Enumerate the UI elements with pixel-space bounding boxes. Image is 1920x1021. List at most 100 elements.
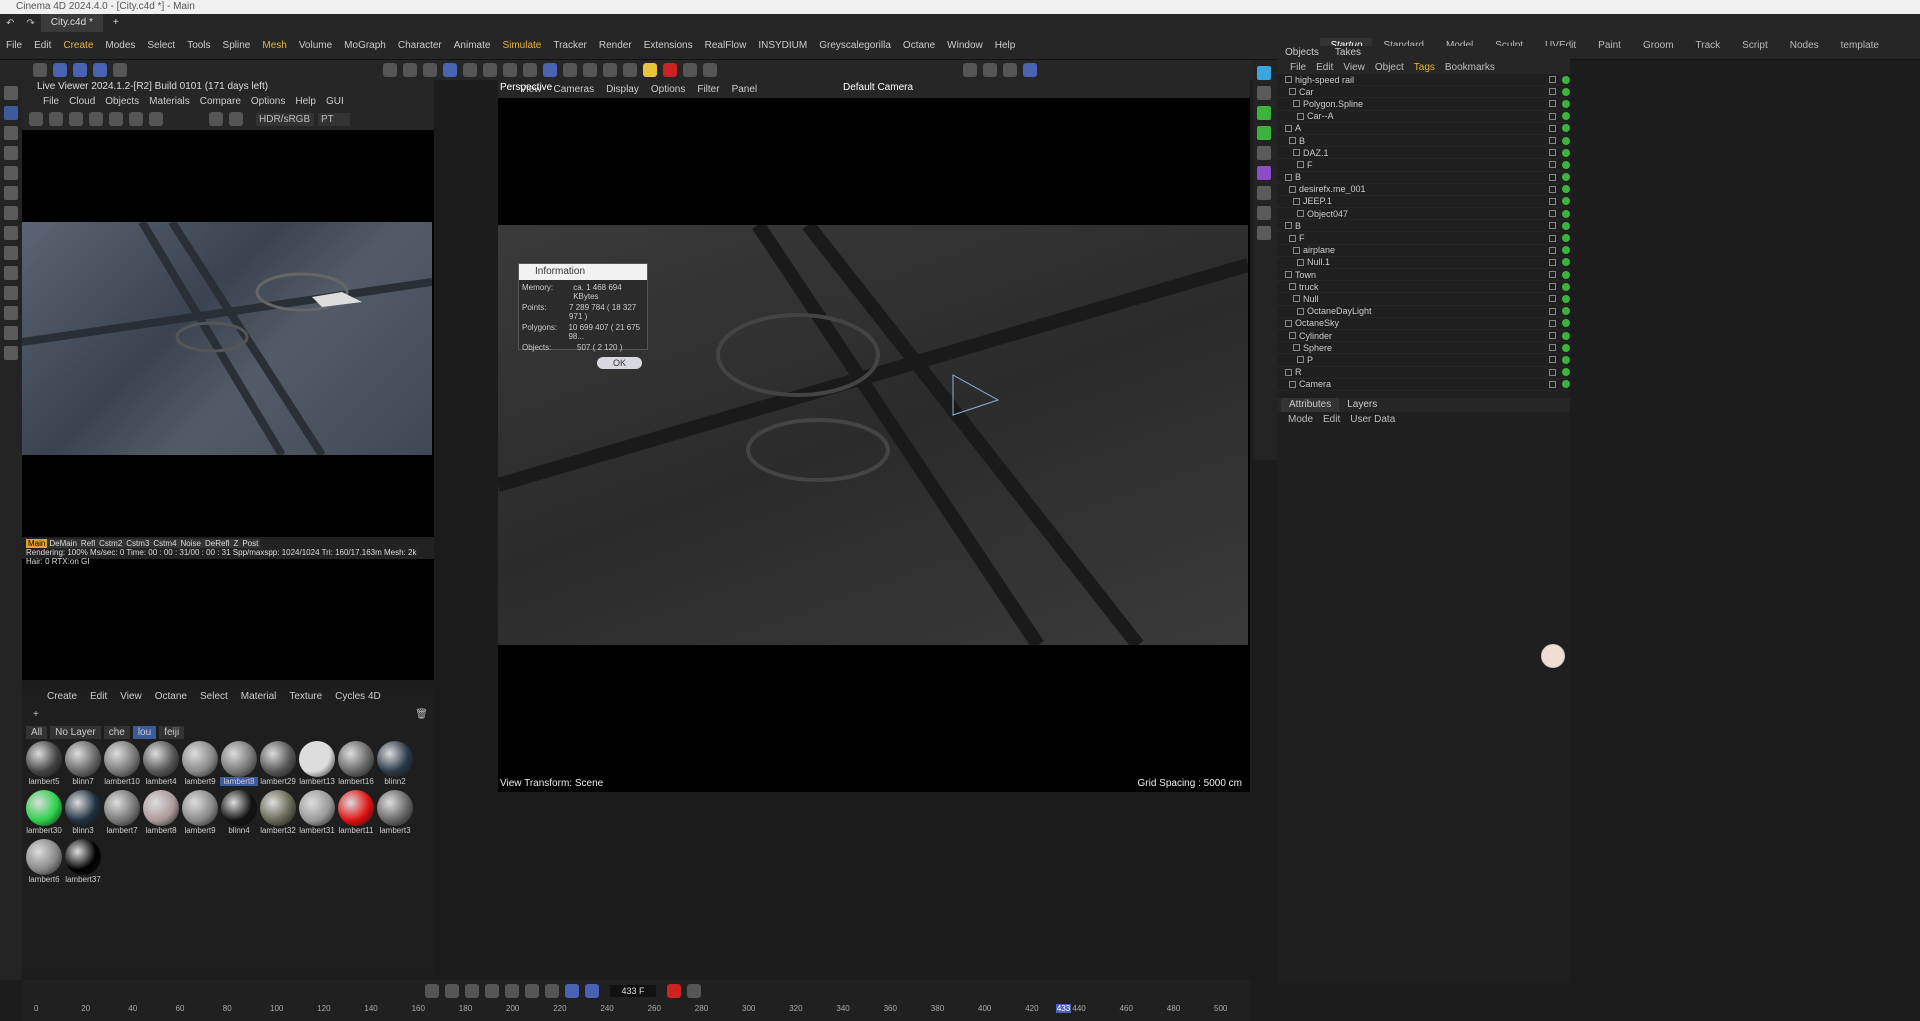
camera-icon[interactable]: [1257, 206, 1271, 220]
object-row[interactable]: Sphere: [1277, 342, 1570, 355]
visibility-icon[interactable]: [1549, 332, 1556, 340]
lock-icon[interactable]: [149, 112, 163, 126]
menu-mograph[interactable]: MoGraph: [338, 40, 392, 51]
lv-menu-help[interactable]: Help: [290, 96, 321, 107]
menu-help[interactable]: Help: [989, 40, 1022, 51]
layer-no-layer[interactable]: No Layer: [50, 725, 101, 739]
viewport[interactable]: View Cameras Display Options Filter Panel Per…: [496, 80, 1250, 792]
object-row[interactable]: OctaneSky: [1277, 318, 1570, 330]
object-row[interactable]: P: [1277, 354, 1570, 367]
field-icon[interactable]: [1257, 166, 1271, 180]
object-name[interactable]: JEEP.1: [1303, 196, 1398, 206]
menu-tools[interactable]: Tools: [181, 40, 216, 51]
vp-menu-filter[interactable]: Filter: [691, 84, 725, 95]
grid-snap-icon[interactable]: [543, 63, 557, 77]
object-row[interactable]: F: [1277, 232, 1570, 245]
menu-character[interactable]: Character: [392, 40, 448, 51]
visibility-icon[interactable]: [1549, 234, 1556, 242]
light-object-icon[interactable]: [1257, 226, 1271, 240]
focus-icon[interactable]: [209, 112, 223, 126]
obj-menu-tags[interactable]: Tags: [1409, 62, 1440, 73]
object-row[interactable]: Polygon.Spline: [1277, 98, 1570, 111]
tab-layers[interactable]: Layers: [1339, 398, 1385, 412]
camera-name[interactable]: Default Camera: [843, 82, 913, 93]
layout-nodes[interactable]: Nodes: [1779, 40, 1830, 51]
object-name[interactable]: B: [1295, 172, 1390, 182]
object-row[interactable]: B: [1277, 220, 1570, 233]
layer-che[interactable]: che: [103, 725, 130, 739]
layer-lou[interactable]: lou: [132, 725, 157, 739]
lv-menu-materials[interactable]: Materials: [144, 96, 195, 107]
status-tab-z[interactable]: Z: [231, 539, 241, 548]
next-frame-icon[interactable]: [505, 984, 519, 998]
render-region-icon[interactable]: [563, 63, 577, 77]
obj-menu-object[interactable]: Object: [1370, 62, 1409, 73]
next-key-icon[interactable]: [525, 984, 539, 998]
menu-animate[interactable]: Animate: [448, 40, 497, 51]
deformer-icon[interactable]: [1257, 126, 1271, 140]
object-row[interactable]: Null.1: [1277, 257, 1570, 269]
attr-menu-mode[interactable]: Mode: [1283, 414, 1318, 425]
object-row[interactable]: F: [1277, 159, 1570, 172]
status-tab-noise[interactable]: Noise: [178, 539, 203, 548]
model-mode-icon[interactable]: [443, 63, 457, 77]
material-item[interactable]: lambert13: [298, 741, 336, 786]
layer-all[interactable]: All: [26, 725, 48, 739]
record-key-icon[interactable]: [667, 984, 681, 998]
loop-icon[interactable]: [565, 984, 579, 998]
sun-icon[interactable]: [643, 63, 657, 77]
lv-menu-objects[interactable]: Objects: [100, 96, 144, 107]
layout-groom[interactable]: Groom: [1632, 40, 1685, 51]
object-name[interactable]: high-speed rail: [1295, 75, 1390, 85]
menu-greyscalegorilla[interactable]: Greyscalegorilla: [813, 40, 897, 51]
vp-menu-panel[interactable]: Panel: [726, 84, 764, 95]
mat-menu-select[interactable]: Select: [195, 690, 233, 703]
mat-menu-edit[interactable]: Edit: [85, 690, 112, 703]
menu-select[interactable]: Select: [141, 40, 181, 51]
lv-menu-file[interactable]: File: [38, 96, 64, 107]
obj-menu-bookmarks[interactable]: Bookmarks: [1440, 62, 1500, 73]
y-axis-icon[interactable]: [73, 63, 87, 77]
vp-menu-cameras[interactable]: Cameras: [548, 84, 601, 95]
polygons-mode-icon[interactable]: [423, 63, 437, 77]
status-tab-demain[interactable]: DeMain: [47, 539, 79, 548]
menu-mesh[interactable]: Mesh: [256, 40, 292, 51]
material-item[interactable]: lambert11: [337, 790, 375, 835]
visibility-icon[interactable]: [1549, 246, 1556, 254]
visibility-icon[interactable]: [1549, 88, 1556, 96]
visibility-icon[interactable]: [1549, 210, 1556, 218]
object-row[interactable]: airplane: [1277, 245, 1570, 257]
mat-menu-create[interactable]: Create: [42, 690, 82, 703]
layout-template[interactable]: template: [1830, 40, 1890, 51]
rotate-tool-icon[interactable]: [4, 166, 18, 180]
object-name[interactable]: truck: [1299, 282, 1394, 292]
layout-paint[interactable]: Paint: [1587, 40, 1632, 51]
select-tool-icon[interactable]: [4, 106, 18, 120]
object-row[interactable]: Cylinder: [1277, 330, 1570, 343]
visibility-icon[interactable]: [1549, 185, 1556, 193]
tab-city[interactable]: City.c4d *: [40, 14, 103, 32]
status-tab-refl[interactable]: Refl: [78, 539, 98, 548]
object-row[interactable]: Town: [1277, 269, 1570, 282]
object-name[interactable]: OctaneDayLight: [1307, 306, 1402, 316]
current-frame-field[interactable]: 433 F: [610, 985, 656, 997]
object-name[interactable]: Polygon.Spline: [1303, 99, 1398, 109]
object-row[interactable]: Object047: [1277, 208, 1570, 221]
object-row[interactable]: DAZ.1: [1277, 147, 1570, 160]
visibility-icon[interactable]: [1549, 307, 1556, 315]
object-name[interactable]: airplane: [1303, 245, 1398, 255]
attr-menu-edit[interactable]: Edit: [1318, 414, 1345, 425]
snap-icon[interactable]: [483, 63, 497, 77]
material-item[interactable]: lambert30: [25, 790, 63, 835]
octane-icon[interactable]: [603, 63, 617, 77]
material-item[interactable]: lambert3: [376, 790, 414, 835]
object-name[interactable]: Object047: [1307, 209, 1402, 219]
material-item[interactable]: lambert6: [25, 839, 63, 884]
tab-objects[interactable]: Objects: [1277, 46, 1327, 60]
sphere-icon[interactable]: [129, 112, 143, 126]
settings-icon[interactable]: [109, 112, 123, 126]
live-select-icon[interactable]: [4, 126, 18, 140]
search-icon[interactable]: [4, 86, 18, 100]
visibility-icon[interactable]: [1549, 258, 1556, 266]
auto-key-icon[interactable]: [687, 984, 701, 998]
